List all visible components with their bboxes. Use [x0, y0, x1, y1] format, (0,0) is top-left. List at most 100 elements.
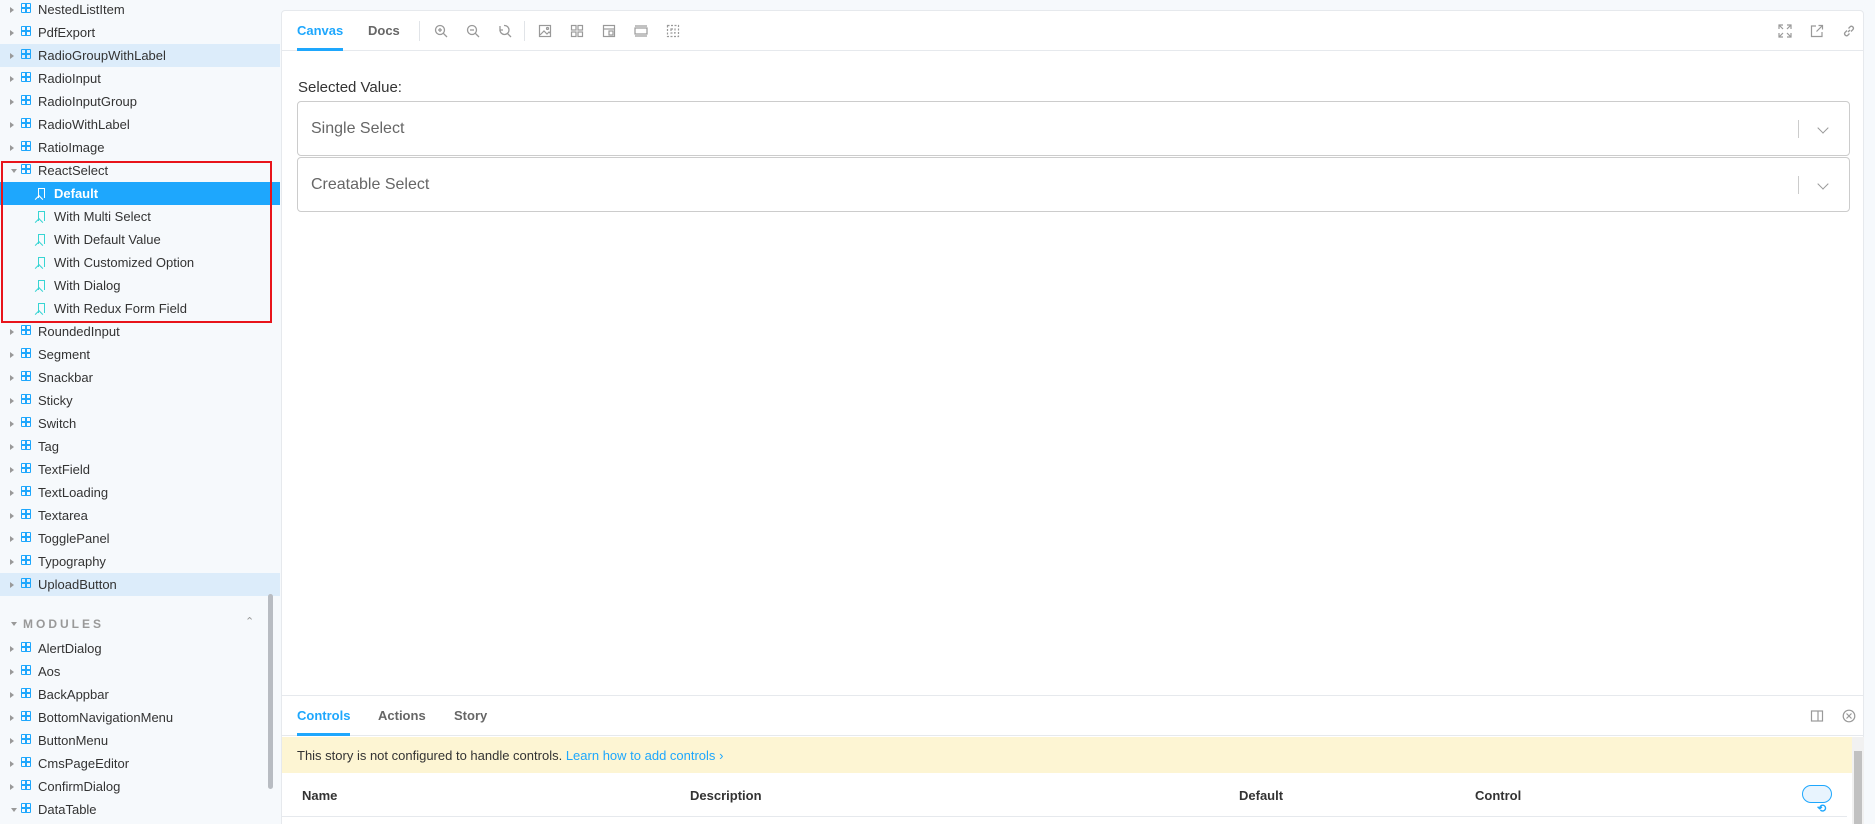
expand-arrow-icon[interactable] — [10, 489, 14, 496]
expand-arrow-icon[interactable] — [10, 374, 14, 381]
story-item-with-default-value[interactable]: With Default Value — [0, 228, 280, 251]
tree-item-tag[interactable]: Tag — [0, 435, 280, 458]
collapse-arrow-icon[interactable] — [11, 622, 17, 626]
tree-item-segment[interactable]: Segment — [0, 343, 280, 366]
expand-arrow-icon[interactable] — [10, 6, 14, 13]
grid-icon[interactable] — [570, 24, 584, 38]
expand-collapse-all-icon[interactable]: ⌃ — [245, 615, 254, 628]
zoom-out-icon[interactable] — [466, 24, 480, 38]
story-item-with-multi-select[interactable]: With Multi Select — [0, 205, 280, 228]
chevron-down-icon[interactable] — [1817, 178, 1829, 190]
measure-icon[interactable] — [634, 24, 648, 38]
creatable-select[interactable]: Creatable Select — [297, 157, 1850, 212]
expand-arrow-icon[interactable] — [10, 645, 14, 652]
learn-controls-link[interactable]: Learn how to add controls › — [566, 748, 724, 763]
tree-item-roundedinput[interactable]: RoundedInput — [0, 320, 280, 343]
reset-controls-button[interactable]: ⟲ — [1802, 785, 1832, 815]
tree-item-radiogroupwithlabel[interactable]: RadioGroupWithLabel — [0, 44, 280, 67]
bookmark-icon — [38, 280, 45, 290]
expand-arrow-icon[interactable] — [10, 420, 14, 427]
expand-arrow-icon[interactable] — [10, 443, 14, 450]
tab-story[interactable]: Story — [454, 696, 487, 736]
expand-arrow-icon[interactable] — [10, 351, 14, 358]
expand-arrow-icon[interactable] — [10, 466, 14, 473]
tree-item-cmspageeditor[interactable]: CmsPageEditor — [0, 752, 280, 775]
tree-item-bottomnavigationmenu[interactable]: BottomNavigationMenu — [0, 706, 280, 729]
expand-arrow-icon[interactable] — [10, 760, 14, 767]
tree-item-confirmdialog[interactable]: ConfirmDialog — [0, 775, 280, 798]
tree-item-pdfexport[interactable]: PdfExport — [0, 21, 280, 44]
expand-arrow-icon[interactable] — [10, 558, 14, 565]
expand-arrow-icon[interactable] — [10, 75, 14, 82]
tree-item-buttonmenu[interactable]: ButtonMenu — [0, 729, 280, 752]
select-indicator-separator — [1798, 176, 1799, 194]
outline-icon[interactable] — [666, 24, 680, 38]
tree-item-togglepanel[interactable]: TogglePanel — [0, 527, 280, 550]
scrollbar-thumb[interactable] — [1854, 751, 1862, 824]
tree-item-textarea[interactable]: Textarea — [0, 504, 280, 527]
tab-controls[interactable]: Controls — [297, 696, 351, 736]
expand-arrow-icon[interactable] — [10, 581, 14, 588]
modules-section-header[interactable]: MODULES ⌃ — [0, 614, 270, 634]
tree-item-textloading[interactable]: TextLoading — [0, 481, 280, 504]
collapse-arrow-icon[interactable] — [11, 807, 17, 812]
tree-item-typography[interactable]: Typography — [0, 550, 280, 573]
tree-item-ratioimage[interactable]: RatioImage — [0, 136, 280, 159]
expand-arrow-icon[interactable] — [10, 29, 14, 36]
viewport-icon[interactable] — [602, 24, 616, 38]
component-icon — [21, 3, 31, 13]
tree-item-uploadbutton[interactable]: UploadButton — [0, 573, 280, 596]
column-header-default: Default — [1239, 788, 1284, 803]
copy-link-icon[interactable] — [1842, 24, 1856, 38]
bookmark-icon — [38, 211, 45, 221]
expand-arrow-icon[interactable] — [10, 98, 14, 105]
expand-arrow-icon[interactable] — [10, 512, 14, 519]
close-panel-icon[interactable] — [1842, 709, 1856, 723]
tree-item-aos[interactable]: Aos — [0, 660, 280, 683]
expand-arrow-icon[interactable] — [10, 121, 14, 128]
expand-arrow-icon[interactable] — [10, 668, 14, 675]
expand-arrow-icon[interactable] — [10, 144, 14, 151]
tree-item-sticky[interactable]: Sticky — [0, 389, 280, 412]
open-new-tab-icon[interactable] — [1810, 24, 1824, 38]
tree-item-radioinputgroup[interactable]: RadioInputGroup — [0, 90, 280, 113]
tree-item-reactselect[interactable]: ReactSelect — [0, 159, 280, 182]
tree-item-backappbar[interactable]: BackAppbar — [0, 683, 280, 706]
single-select[interactable]: Single Select — [297, 101, 1850, 156]
addons-scrollbar[interactable] — [1852, 737, 1864, 824]
fullscreen-icon[interactable] — [1778, 24, 1792, 38]
expand-arrow-icon[interactable] — [10, 535, 14, 542]
zoom-in-icon[interactable] — [434, 24, 448, 38]
tree-item-radiowithlabel[interactable]: RadioWithLabel — [0, 113, 280, 136]
expand-arrow-icon[interactable] — [10, 328, 14, 335]
sidebar-scrollbar[interactable] — [268, 594, 273, 789]
expand-arrow-icon[interactable] — [10, 783, 14, 790]
expand-arrow-icon[interactable] — [10, 714, 14, 721]
expand-arrow-icon[interactable] — [10, 52, 14, 59]
background-image-icon[interactable] — [538, 24, 552, 38]
expand-arrow-icon[interactable] — [10, 691, 14, 698]
panel-orientation-icon[interactable] — [1810, 709, 1824, 723]
story-item-with-customized-option[interactable]: With Customized Option — [0, 251, 280, 274]
component-icon — [21, 440, 31, 450]
story-item-with-redux-form-field[interactable]: With Redux Form Field — [0, 297, 280, 320]
tab-docs[interactable]: Docs — [368, 11, 400, 51]
tree-item-datatable[interactable]: DataTable — [0, 798, 280, 821]
chevron-down-icon[interactable] — [1817, 122, 1829, 134]
tab-actions[interactable]: Actions — [378, 696, 426, 736]
component-icon — [21, 555, 31, 565]
zoom-reset-icon[interactable] — [498, 24, 512, 38]
tree-item-radioinput[interactable]: RadioInput — [0, 67, 280, 90]
tree-item-switch[interactable]: Switch — [0, 412, 280, 435]
story-item-default[interactable]: Default — [0, 182, 280, 205]
collapse-arrow-icon[interactable] — [11, 168, 17, 173]
story-item-with-dialog[interactable]: With Dialog — [0, 274, 280, 297]
tree-item-alertdialog[interactable]: AlertDialog — [0, 637, 280, 660]
expand-arrow-icon[interactable] — [10, 737, 14, 744]
tree-item-nestedlistitem[interactable]: NestedListItem — [0, 0, 280, 21]
bookmark-icon — [38, 188, 45, 198]
tab-canvas[interactable]: Canvas — [297, 11, 344, 51]
expand-arrow-icon[interactable] — [10, 397, 14, 404]
tree-item-snackbar[interactable]: Snackbar — [0, 366, 280, 389]
tree-item-textfield[interactable]: TextField — [0, 458, 280, 481]
